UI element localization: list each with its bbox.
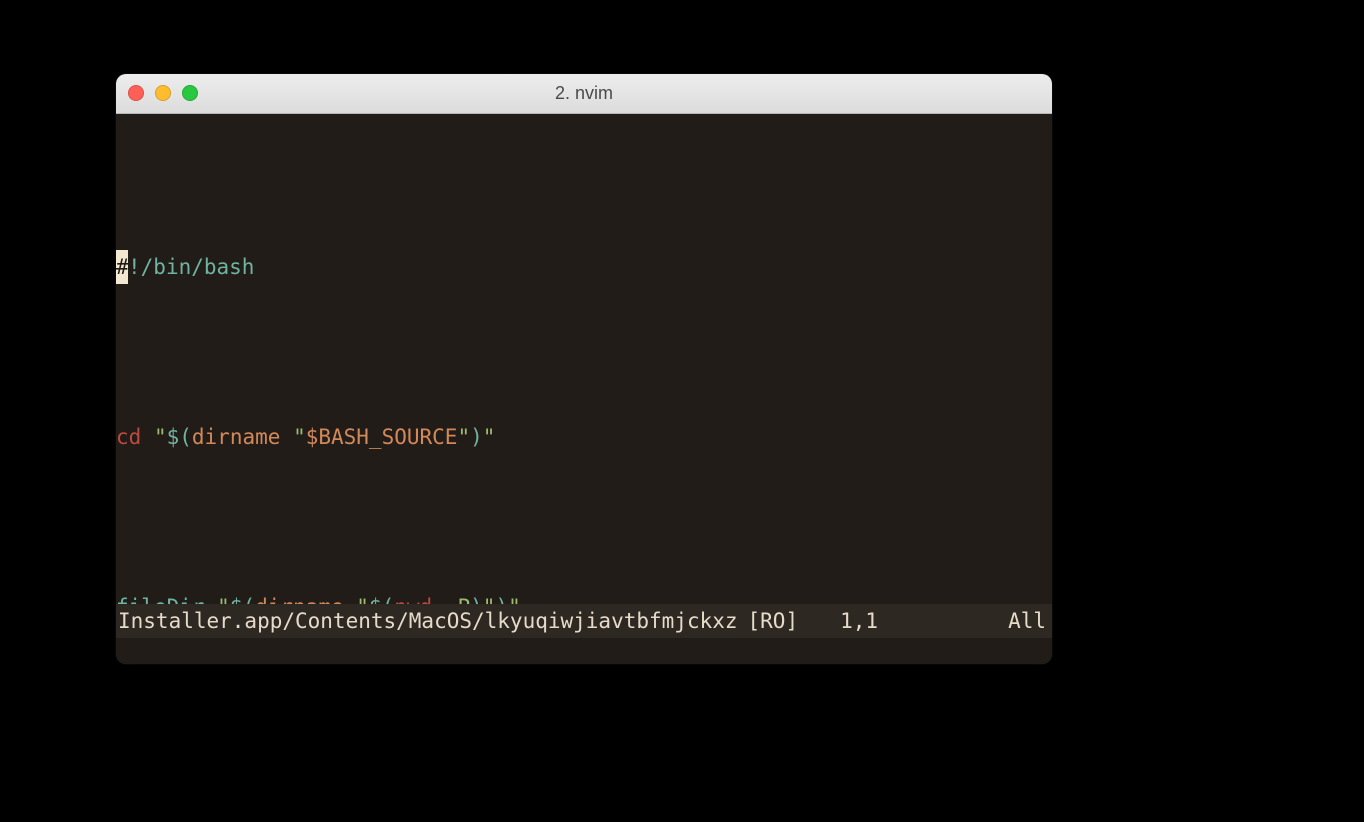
terminal-window: 2. nvim #!/bin/bash cd "$(dirname "$BASH… [116, 74, 1052, 664]
kw-cd: cd [116, 425, 141, 449]
traffic-lights [128, 85, 198, 101]
status-gap [798, 604, 840, 638]
cmd-dirname: dirname [192, 425, 281, 449]
code-line: cd "$(dirname "$BASH_SOURCE")" [116, 420, 1052, 454]
minimize-icon[interactable] [155, 85, 171, 101]
var-bash-source: $BASH_SOURCE [306, 425, 458, 449]
window-title: 2. nvim [116, 83, 1052, 104]
editor-viewport[interactable]: #!/bin/bash cd "$(dirname "$BASH_SOURCE"… [116, 114, 1052, 664]
cursor-block: # [116, 250, 128, 284]
status-percent: All [1008, 604, 1052, 638]
status-position: 1,1 [840, 604, 1008, 638]
command-line-area[interactable] [116, 638, 1052, 664]
window-titlebar[interactable]: 2. nvim [116, 74, 1052, 114]
close-icon[interactable] [128, 85, 144, 101]
zoom-icon[interactable] [182, 85, 198, 101]
status-filename: Installer.app/Contents/MacOS/lkyuqiwjiav… [116, 604, 738, 638]
str: " [141, 425, 166, 449]
vim-statusline: Installer.app/Contents/MacOS/lkyuqiwjiav… [116, 604, 1052, 638]
q: " [293, 425, 306, 449]
code-line: #!/bin/bash [116, 250, 1052, 284]
shebang-path: /bin/bash [141, 255, 255, 279]
subsh-open: $( [167, 425, 192, 449]
q: " [457, 425, 470, 449]
sp [280, 425, 293, 449]
subsh-close: ) [470, 425, 483, 449]
shebang-bang: ! [128, 255, 141, 279]
q: " [483, 425, 496, 449]
status-flags: [RO] [738, 604, 799, 638]
